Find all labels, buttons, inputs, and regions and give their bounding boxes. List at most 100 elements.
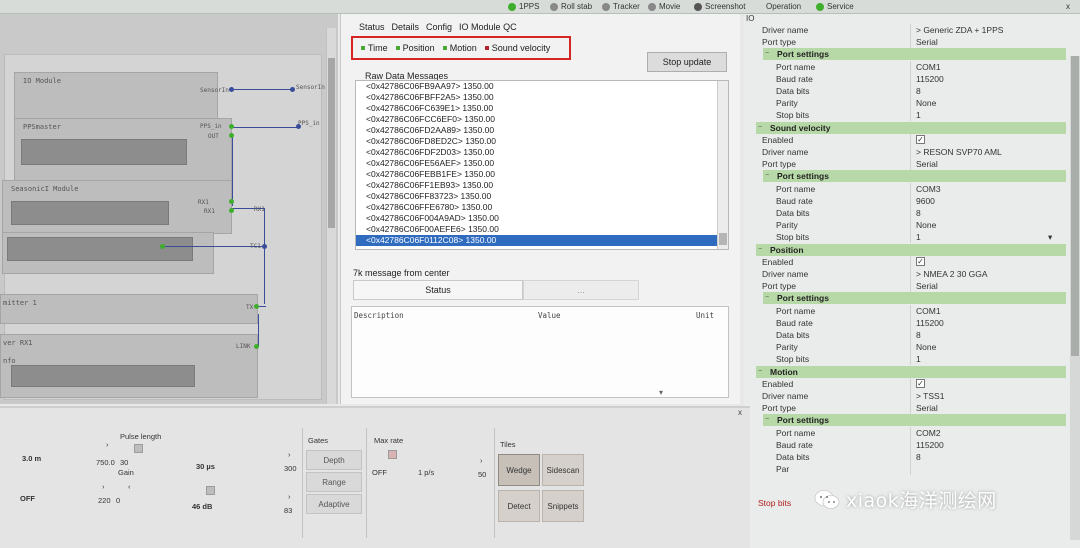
property-value[interactable]: COM2 [916,427,941,439]
property-value[interactable]: 8 [916,329,921,341]
close-icon[interactable]: x [738,408,742,417]
property-row[interactable]: Port type Serial [756,402,1066,415]
list-item-selected[interactable]: <0x42786C06F0112C08> 1350.00 [356,235,728,246]
screenshot-button[interactable]: Screenshot [694,2,745,11]
menu-status[interactable]: Status [359,22,385,32]
chevron-left-icon[interactable]: ‹ [128,482,131,491]
property-section[interactable]: − Motion [756,365,1066,378]
raw-data-scrollbar[interactable] [717,81,728,249]
property-value[interactable]: 115200 [916,317,944,329]
property-value[interactable]: COM1 [916,61,941,73]
legend-sound-velocity[interactable]: Sound velocity [484,43,550,53]
property-row[interactable]: Parity None [770,341,1066,354]
property-row[interactable]: Data bits 8 [770,451,1066,463]
tab-operation[interactable]: Operation [766,2,801,11]
menu-config[interactable]: Config [426,22,452,32]
range-button[interactable]: Range [306,472,362,492]
property-section[interactable]: − Sound velocity [756,121,1066,134]
tab-service[interactable]: Service [816,2,854,11]
property-value[interactable]: None [916,341,936,353]
close-button[interactable]: x [1066,2,1070,11]
property-row[interactable]: Driver name > NMEA 2 30 GGA [756,268,1066,280]
property-row[interactable]: Port name COM2 [770,426,1066,439]
transmitter-block[interactable]: mitter 1 [0,294,258,324]
diagram-scrollbar-thumb[interactable] [328,58,335,228]
port-dot[interactable] [229,208,234,213]
properties-scrollbar-thumb[interactable] [1071,56,1079,356]
property-row[interactable]: Par [770,463,1066,476]
chevron-right-icon[interactable]: › [288,450,291,459]
tile-wedge[interactable]: Wedge [498,454,540,486]
property-row[interactable]: Baud rate 115200 [770,438,1066,451]
property-value[interactable]: Serial [916,402,938,414]
legend-position[interactable]: Position [395,43,435,53]
port-dot[interactable] [296,124,301,129]
enabled-checkbox[interactable]: ✓ [916,378,925,388]
property-row[interactable]: Port name COM1 [770,60,1066,73]
list-item[interactable]: <0x42786C06FF83723> 1350.00 [356,191,728,202]
property-row[interactable]: Stop bits 1 [770,109,1066,122]
property-row[interactable]: Port name COM3 [770,182,1066,195]
property-section[interactable]: − Port settings [763,170,1066,183]
receiver-block[interactable]: ver RX1 nfo [0,334,258,398]
chevron-right-icon[interactable]: › [106,440,109,449]
chevron-right-icon[interactable]: › [480,456,483,465]
roll-stab-toggle[interactable]: Roll stab [550,2,592,11]
chevron-right-icon[interactable]: › [288,492,291,501]
collapse-icon[interactable]: − [765,414,769,426]
list-item[interactable]: <0x42786C06FD2AA89> 1350.00 [356,125,728,136]
property-row[interactable]: Port type Serial [756,280,1066,293]
property-section[interactable]: − Port settings [763,48,1066,61]
depth-button[interactable]: Depth [306,450,362,470]
tile-sidescan[interactable]: Sidescan [542,454,584,486]
seasonic-sub-block[interactable] [2,232,214,274]
collapse-icon[interactable]: − [765,292,769,304]
property-value[interactable]: > Generic ZDA + 1PPS [916,24,1003,36]
enabled-checkbox[interactable]: ✓ [916,256,925,266]
pps-indicator[interactable]: 1PPS [508,2,539,11]
port-dot[interactable] [254,344,259,349]
collapse-icon[interactable]: − [758,244,762,256]
property-row[interactable]: Data bits 8 [770,207,1066,219]
property-row[interactable]: Stop bits 1 ▾ [770,231,1066,244]
menu-io-module-qc[interactable]: IO Module QC [459,22,517,32]
property-value[interactable]: 115200 [916,439,944,451]
color-swatch[interactable] [388,450,397,459]
movie-button[interactable]: Movie [648,2,680,11]
property-value[interactable]: Serial [916,280,938,292]
chevron-right-icon[interactable]: › [102,482,105,491]
collapse-icon[interactable]: − [765,170,769,182]
tile-snippets[interactable]: Snippets [542,490,584,522]
list-item[interactable]: <0x42786C06FC639E1> 1350.00 [356,103,728,114]
property-row[interactable]: Baud rate 115200 [770,316,1066,329]
property-row[interactable]: Port name COM1 [770,304,1066,317]
property-row[interactable]: Baud rate 9600 [770,194,1066,207]
property-value[interactable]: 9600 [916,195,935,207]
property-row[interactable]: Parity None [770,97,1066,110]
raw-data-list[interactable]: <0x42786C06FB9AA97> 1350.00 <0x42786C06F… [355,80,729,250]
port-dot[interactable] [262,244,267,249]
color-swatch[interactable] [206,486,215,495]
list-item[interactable]: <0x42786C06FFE6780> 1350.00 [356,202,728,213]
port-dot[interactable] [229,199,234,204]
property-row[interactable]: Enabled ✓ [756,133,1066,146]
tab-other[interactable]: ... [523,280,639,300]
property-row[interactable]: Port type Serial [756,36,1066,49]
property-value[interactable]: None [916,219,936,231]
port-dot[interactable] [290,87,295,92]
list-item[interactable]: <0x42786C06FEBB1FE> 1350.00 [356,169,728,180]
property-section[interactable]: − Port settings [763,414,1066,427]
adaptive-button[interactable]: Adaptive [306,494,362,514]
list-item[interactable]: <0x42786C06FF1EB93> 1350.00 [356,180,728,191]
seasonic-module-block[interactable]: SeasonicI Module [2,180,232,234]
column-header-value[interactable]: Value [538,311,561,320]
property-value[interactable]: > TSS1 [916,390,944,402]
property-row[interactable]: Enabled ✓ [756,377,1066,390]
property-section[interactable]: − Port settings [763,292,1066,305]
property-row[interactable]: Port type Serial [756,158,1066,171]
port-dot[interactable] [160,244,165,249]
property-row[interactable]: Driver name > Generic ZDA + 1PPS [756,24,1066,36]
color-swatch[interactable] [134,444,143,453]
property-value[interactable]: None [916,97,936,109]
property-value[interactable]: COM1 [916,305,941,317]
